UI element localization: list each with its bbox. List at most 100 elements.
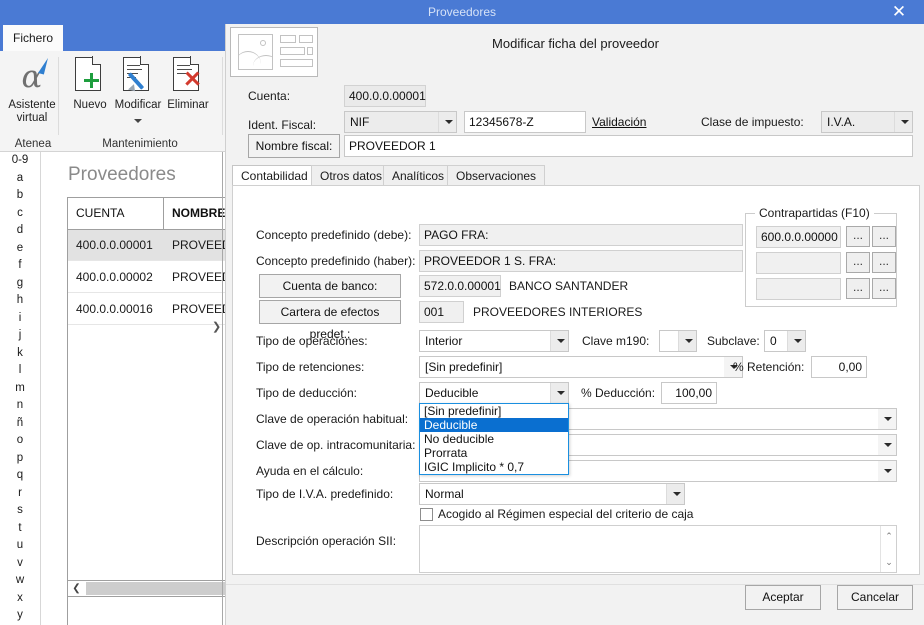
nuevo-button[interactable]: Nuevo xyxy=(64,55,116,127)
concepto-debe-input[interactable]: PAGO FRA: xyxy=(419,224,743,246)
alphabet-item-w[interactable]: w xyxy=(0,572,40,590)
alphabet-item-0-9[interactable]: 0-9 xyxy=(0,152,40,170)
pct-retencion-input[interactable]: 0,00 xyxy=(811,356,867,378)
grid-horizontal-scrollbar[interactable]: ❮ xyxy=(67,580,227,597)
ribbon-tab-fichero[interactable]: Fichero xyxy=(3,25,63,51)
alphabet-item-c[interactable]: c xyxy=(0,205,40,223)
alphabet-item-d[interactable]: d xyxy=(0,222,40,240)
table-row[interactable]: 400.0.0.00002 PROVEEDOR xyxy=(68,262,249,293)
contrapartida-browse-2b[interactable]: ... xyxy=(872,252,896,273)
chevron-down-icon[interactable] xyxy=(550,331,568,351)
alphabet-item-k[interactable]: k xyxy=(0,345,40,363)
chevron-down-icon[interactable] xyxy=(878,461,896,481)
contrapartida-input-2[interactable] xyxy=(756,252,841,274)
scroll-down-icon[interactable]: ⌄ xyxy=(881,554,897,570)
alphabet-item-l[interactable]: l xyxy=(0,362,40,380)
chevron-down-icon[interactable] xyxy=(678,331,696,351)
ident-fiscal-type-select[interactable]: NIF xyxy=(344,111,457,133)
dropdown-option-3[interactable]: Prorrata xyxy=(420,446,568,460)
textarea-scrollbar[interactable]: ⌃ ⌄ xyxy=(880,526,896,572)
scroll-up-icon[interactable]: ⌃ xyxy=(881,528,897,544)
column-header-cuenta[interactable]: CUENTA xyxy=(68,198,163,229)
nombre-fiscal-input[interactable]: PROVEEDOR 1 xyxy=(344,135,913,157)
close-icon[interactable]: ✕ xyxy=(882,0,916,24)
provider-grid[interactable]: CUENTA NOMBRE FI 400.0.0.00001 PROVEEDOR… xyxy=(67,197,249,625)
cuenta-banco-input[interactable]: 572.0.0.00001 xyxy=(419,275,501,297)
chevron-down-icon[interactable] xyxy=(894,112,912,132)
alphabet-item-i[interactable]: i xyxy=(0,310,40,328)
scrollbar-thumb[interactable] xyxy=(86,582,225,595)
chevron-down-icon[interactable] xyxy=(438,112,456,132)
alphabet-item-n[interactable]: n xyxy=(0,397,40,415)
dropdown-option-4[interactable]: IGIC Implicito * 0,7 xyxy=(420,460,568,474)
modificar-button[interactable]: Modificar xyxy=(112,55,164,127)
alphabet-item-y[interactable]: y xyxy=(0,607,40,625)
asistente-virtual-button[interactable]: α Asistente virtual xyxy=(6,55,58,127)
alphabet-index[interactable]: 0-9abcdefghijklmnñopqrstuvwxyz xyxy=(0,152,40,625)
alphabet-item-j[interactable]: j xyxy=(0,327,40,345)
alphabet-item-s[interactable]: s xyxy=(0,502,40,520)
alphabet-item-x[interactable]: x xyxy=(0,590,40,608)
tipo-iva-select[interactable]: Normal xyxy=(419,483,685,505)
alphabet-item-f[interactable]: f xyxy=(0,257,40,275)
tipo-retenciones-select[interactable]: [Sin predefinir] xyxy=(419,356,743,378)
clave-m190-select[interactable] xyxy=(659,330,697,352)
nombre-fiscal-button[interactable]: Nombre fiscal: xyxy=(248,134,340,158)
column-header-nombre-fiscal[interactable]: NOMBRE FI xyxy=(164,198,228,251)
cuenta-banco-button[interactable]: Cuenta de banco: xyxy=(259,274,401,298)
subclave-select[interactable]: 0 xyxy=(764,330,806,352)
cartera-efectos-input[interactable]: 001 xyxy=(419,301,464,323)
tipo-deduccion-select[interactable]: Deducible xyxy=(419,382,569,404)
alphabet-item-h[interactable]: h xyxy=(0,292,40,310)
alphabet-item-t[interactable]: t xyxy=(0,520,40,538)
contrapartida-browse-3b[interactable]: ... xyxy=(872,278,896,299)
cancel-button[interactable]: Cancelar xyxy=(837,585,913,610)
alphabet-item-ñ[interactable]: ñ xyxy=(0,415,40,433)
chevron-down-icon[interactable] xyxy=(878,409,896,429)
cartera-efectos-button[interactable]: Cartera de efectos predet.: xyxy=(259,300,401,341)
alphabet-item-a[interactable]: a xyxy=(0,170,40,188)
tab-analiticos[interactable]: Analíticos xyxy=(383,165,454,186)
contrapartida-input-3[interactable] xyxy=(756,278,841,300)
clase-impuesto-select[interactable]: I.V.A. xyxy=(821,111,913,133)
dropdown-option-1[interactable]: Deducible xyxy=(420,418,568,432)
tab-otros-datos[interactable]: Otros datos xyxy=(311,165,392,186)
dropdown-option-0[interactable]: [Sin predefinir] xyxy=(420,404,568,418)
tab-observaciones[interactable]: Observaciones xyxy=(447,165,546,186)
cuenta-field[interactable]: 400.0.0.00001 xyxy=(344,85,426,107)
scroll-left-icon[interactable]: ❮ xyxy=(68,581,85,596)
alphabet-item-g[interactable]: g xyxy=(0,275,40,293)
eliminar-button[interactable]: Eliminar xyxy=(162,55,214,127)
chevron-down-icon[interactable] xyxy=(878,435,896,455)
tipo-operaciones-select[interactable]: Interior xyxy=(419,330,569,352)
tab-contabilidad[interactable]: Contabilidad xyxy=(232,165,317,187)
alphabet-item-b[interactable]: b xyxy=(0,187,40,205)
alphabet-item-p[interactable]: p xyxy=(0,450,40,468)
regimen-caja-checkbox[interactable] xyxy=(420,508,433,521)
alphabet-item-q[interactable]: q xyxy=(0,467,40,485)
contrapartida-browse-2a[interactable]: ... xyxy=(846,252,870,273)
contrapartida-browse-1a[interactable]: ... xyxy=(846,226,870,247)
chevron-down-icon[interactable] xyxy=(666,484,684,504)
contrapartida-browse-1b[interactable]: ... xyxy=(872,226,896,247)
concepto-haber-input[interactable]: PROVEEDOR 1 S. FRA: xyxy=(419,250,743,272)
tipo-deduccion-dropdown-list[interactable]: [Sin predefinir] Deducible No deducible Pro… xyxy=(419,403,569,475)
accept-button[interactable]: Aceptar xyxy=(745,585,821,610)
chevron-down-icon[interactable] xyxy=(134,119,142,123)
contrapartida-input-1[interactable]: 600.0.0.00000 xyxy=(756,226,841,248)
alphabet-item-u[interactable]: u xyxy=(0,537,40,555)
descripcion-sii-textarea[interactable]: ⌃ ⌄ xyxy=(419,525,897,573)
dropdown-option-2[interactable]: No deducible xyxy=(420,432,568,446)
validacion-link[interactable]: Validación xyxy=(592,115,646,129)
table-row[interactable]: 400.0.0.00001 PROVEEDOR xyxy=(68,230,249,261)
pct-deduccion-input[interactable]: 100,00 xyxy=(661,382,717,404)
alphabet-item-v[interactable]: v xyxy=(0,555,40,573)
chevron-down-icon[interactable] xyxy=(550,383,568,403)
alphabet-item-r[interactable]: r xyxy=(0,485,40,503)
chevron-down-icon[interactable] xyxy=(787,331,805,351)
contrapartida-browse-3a[interactable]: ... xyxy=(846,278,870,299)
alphabet-item-m[interactable]: m xyxy=(0,380,40,398)
alphabet-item-o[interactable]: o xyxy=(0,432,40,450)
table-row[interactable]: 400.0.0.00016 PROVEEDOR xyxy=(68,294,249,325)
alphabet-item-e[interactable]: e xyxy=(0,240,40,258)
